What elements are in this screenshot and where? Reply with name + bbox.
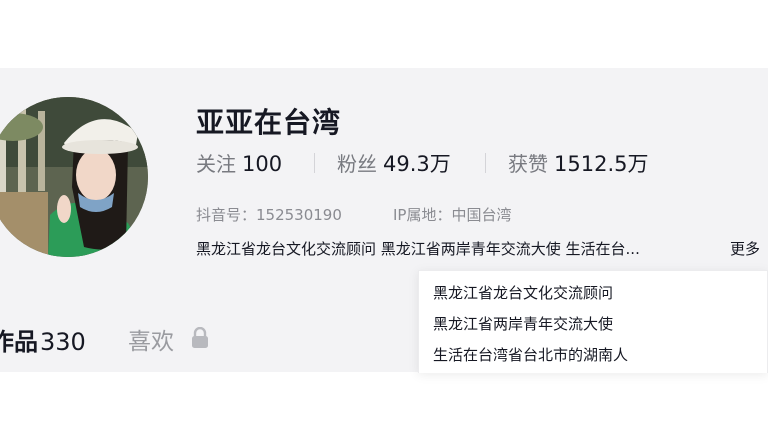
tab-works-label: 作品: [0, 328, 38, 356]
profile-bio: 黑龙江省龙台文化交流顾问 黑龙江省两岸青年交流大使 生活在台...: [196, 240, 640, 258]
stat-following[interactable]: 关注 100: [196, 148, 282, 177]
lock-icon: [190, 326, 210, 353]
stat-likes-received: 获赞 1512.5万: [508, 148, 648, 178]
stat-likes-received-label: 获赞: [508, 152, 548, 176]
bio-more-button[interactable]: 更多: [730, 238, 760, 259]
tab-likes[interactable]: 喜欢: [128, 322, 174, 356]
stat-following-value: 100: [242, 152, 283, 176]
bio-popup-line: 生活在台湾省台北市的湖南人: [433, 346, 629, 364]
ip-location: IP属地：中国台湾: [393, 206, 512, 224]
stat-followers-label: 粉丝: [337, 152, 377, 176]
stat-likes-received-value: 1512.5万: [554, 152, 649, 176]
stat-followers-value: 49.3万: [383, 152, 451, 176]
bio-popup: 黑龙江省龙台文化交流顾问 黑龙江省两岸青年交流大使 生活在台湾省台北市的湖南人: [418, 270, 768, 373]
stat-divider: [314, 153, 315, 173]
profile-name: 亚亚在台湾: [196, 106, 342, 139]
stat-divider: [485, 153, 486, 173]
bio-popup-line: 黑龙江省龙台文化交流顾问: [433, 284, 614, 302]
stat-followers[interactable]: 粉丝 49.3万: [337, 148, 451, 178]
stat-following-label: 关注: [196, 152, 236, 176]
tab-works[interactable]: 作品330: [0, 322, 86, 357]
tab-works-count: 330: [40, 328, 86, 356]
bio-popup-line: 黑龙江省两岸青年交流大使: [433, 315, 614, 333]
douyin-id: 抖音号：152530190: [196, 206, 342, 224]
